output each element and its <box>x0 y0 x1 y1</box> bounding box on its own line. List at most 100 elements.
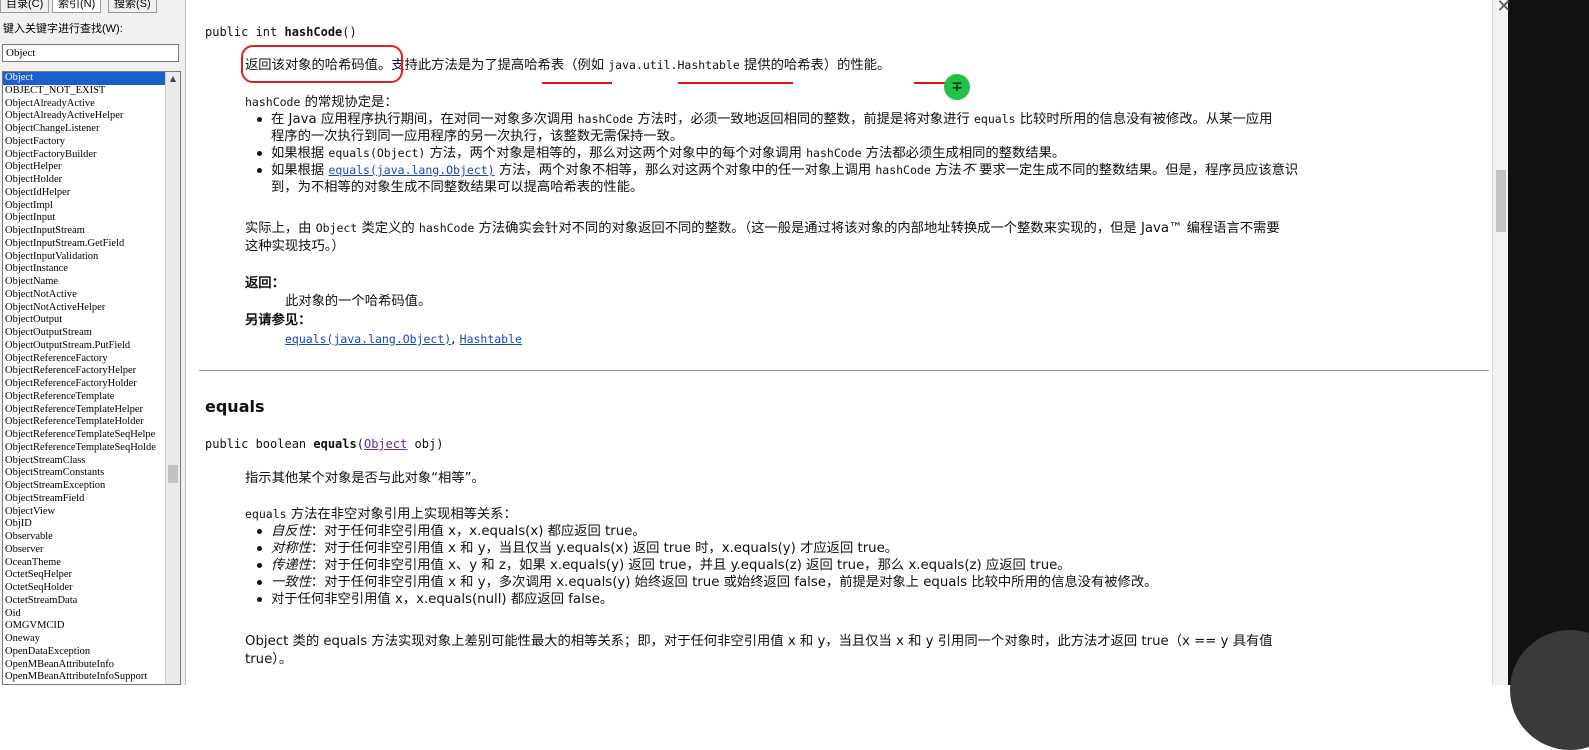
index-list-scrollbar[interactable]: ▲ <box>165 72 180 684</box>
dark-overlay-strip <box>1508 0 1589 685</box>
index-list-item[interactable]: ObjectStreamClass <box>3 455 166 468</box>
list-item-continuation: 程序的一次执行到同一应用程序的另一次执行，该整数无需保持一致。 <box>271 129 684 144</box>
desc-underlined-2: 性能 <box>850 58 878 73</box>
index-list-item[interactable]: ObjectReferenceTemplateHelper <box>3 404 166 417</box>
desc-underlined-1: 提高哈希表 <box>497 58 565 73</box>
index-list-item[interactable]: Object <box>3 72 166 85</box>
sig-prefix: public int <box>205 25 285 39</box>
index-list-item[interactable]: ObjectImpl <box>3 200 166 213</box>
search-input[interactable]: Object <box>2 44 179 62</box>
index-list-item[interactable]: ObjectReferenceFactory <box>3 353 166 366</box>
cursor-icon: ∓ <box>944 74 970 100</box>
index-list-item[interactable]: ObjectInputValidation <box>3 251 166 264</box>
index-list-item[interactable]: ObjectHolder <box>3 174 166 187</box>
index-list-item[interactable]: ObjectReferenceTemplateSeqHelpe <box>3 429 166 442</box>
index-list-item[interactable]: ObjectInstance <box>3 263 166 276</box>
index-list-item[interactable]: ObjectReferenceTemplateHolder <box>3 416 166 429</box>
property-text: ：对于任何非空引用值 x，x.equals(x) 都应返回 true。 <box>310 524 646 539</box>
index-list-item[interactable]: OpenMBeanAttributeInfo <box>3 659 166 672</box>
property-text: ：对于任何非空引用值 x 和 y，多次调用 x.equals(y) 始终返回 t… <box>310 575 1158 590</box>
index-list-item[interactable]: OBJECT_NOT_EXIST <box>3 85 166 98</box>
hashcode-signature: public int hashCode() <box>205 24 357 41</box>
index-list-item[interactable]: ObjectStreamException <box>3 480 166 493</box>
equals-final-continuation: true）。 <box>245 652 293 667</box>
index-list-scroll-thumb[interactable] <box>168 465 178 483</box>
index-list-item[interactable]: OctetSeqHolder <box>3 582 166 595</box>
close-icon[interactable]: ✕ <box>1492 0 1516 18</box>
equals-description: 指示其他某个对象是否与此对象“相等”。 <box>245 471 485 486</box>
index-list-item[interactable]: OctetSeqHelper <box>3 569 166 582</box>
list-item: 自反性：对于任何非空引用值 x，x.equals(x) 都应返回 true。 <box>245 523 1157 540</box>
index-list-item[interactable]: OpenMBeanAttributeInfoSupport <box>3 671 166 684</box>
desc-text: 。 <box>877 58 891 73</box>
index-list-item[interactable]: ObjectNotActiveHelper <box>3 302 166 315</box>
hashcode-description: 返回该对象的哈希码值。支持此方法是为了提高哈希表（例如 java.util.Ha… <box>245 57 890 74</box>
property-name: 传递性 <box>271 558 311 573</box>
index-list-item[interactable]: ObjectStreamConstants <box>3 467 166 480</box>
index-list-item[interactable]: OMGVMCID <box>3 620 166 633</box>
contract-list: 在 Java 应用程序执行期间，在对同一对象多次调用 hashCode 方法时，… <box>245 111 1298 196</box>
content-scrollbar[interactable] <box>1492 0 1508 685</box>
property-name: 自反性 <box>271 524 311 539</box>
property-name: 对称性 <box>271 541 311 556</box>
index-list-item[interactable]: ObjectOutput <box>3 314 166 327</box>
text: 的常规协定是： <box>300 95 398 110</box>
list-item: 如果根据 equals(java.lang.Object) 方法，两个对象不相等… <box>245 162 1298 179</box>
paragraph-continuation: 这种实现技巧。） <box>245 239 345 254</box>
equals-final-paragraph: Object 类的 equals 方法实现对象上差别可能性最大的相等关系；即，对… <box>245 634 1273 649</box>
see-link-hashtable[interactable]: Hashtable <box>460 332 522 346</box>
code-text: hashCode <box>245 95 301 109</box>
property-name: 一致性 <box>271 575 311 590</box>
index-list-item[interactable]: ObjectStreamField <box>3 493 166 506</box>
index-list-item[interactable]: Oid <box>3 608 166 621</box>
tab-search[interactable]: 搜索(S) <box>108 0 157 13</box>
index-list-item[interactable]: ObjectName <box>3 276 166 289</box>
index-list-item[interactable]: ObjectHelper <box>3 161 166 174</box>
index-list-item[interactable]: ObjectAlreadyActiveHelper <box>3 110 166 123</box>
scroll-up-arrow-icon[interactable]: ▲ <box>166 72 180 86</box>
content-scroll-thumb[interactable] <box>1496 170 1506 232</box>
list-item: 传递性：对于任何非空引用值 x、y 和 z，如果 x.equals(y) 返回 … <box>245 557 1157 574</box>
equals-link[interactable]: equals(java.lang.Object) <box>328 163 494 177</box>
index-list-item[interactable]: OpenDataException <box>3 646 166 659</box>
index-list: Object OBJECT_NOT_EXIST ObjectAlreadyActiv… <box>3 72 166 684</box>
desc-highlighted: 返回该对象的哈希码值 <box>245 58 378 73</box>
javadoc-content: public int hashCode() 返回该对象的哈希码值。支持此方法是为… <box>187 0 1502 685</box>
index-list-item[interactable]: ObjectReferenceTemplate <box>3 391 166 404</box>
list-item: 如果根据 equals(Object) 方法，两个对象是相等的，那么对这两个对象… <box>245 145 1298 162</box>
index-list-item[interactable]: ObjectChangeListener <box>3 123 166 136</box>
index-list-item[interactable]: ObjectNotActive <box>3 289 166 302</box>
index-list-item[interactable]: Oneway <box>3 633 166 646</box>
index-list-item[interactable]: ObjectReferenceFactoryHolder <box>3 378 166 391</box>
index-list-item[interactable]: Observer <box>3 544 166 557</box>
section-divider <box>199 370 1489 371</box>
desc-code: java.util.Hashtable <box>608 58 740 72</box>
object-type-link[interactable]: Object <box>364 437 407 451</box>
desc-text: （例如 <box>564 58 609 73</box>
index-list-item[interactable]: ObjectReferenceFactoryHelper <box>3 365 166 378</box>
index-list-item[interactable]: ObjectView <box>3 506 166 519</box>
index-list-item[interactable]: ObjID <box>3 518 166 531</box>
panel-tabs: 目录(C) 索引(N) 搜索(S) <box>0 0 186 14</box>
see-link-equals[interactable]: equals(java.lang.Object) <box>285 332 451 346</box>
index-list-item[interactable]: ObjectIdHelper <box>3 187 166 200</box>
index-list-item[interactable]: ObjectInputStream <box>3 225 166 238</box>
index-list-item[interactable]: ObjectOutputStream <box>3 327 166 340</box>
index-list-item[interactable]: ObjectInput <box>3 212 166 225</box>
index-list-item[interactable]: OceanTheme <box>3 557 166 570</box>
index-list-item[interactable]: ObjectReferenceTemplateSeqHolde <box>3 442 166 455</box>
tab-contents[interactable]: 目录(C) <box>0 0 50 13</box>
index-list-item[interactable]: ObjectInputStream.GetField <box>3 238 166 251</box>
equals-intro: equals 方法在非空对象引用上实现相等关系： <box>245 507 517 522</box>
property-text: ：对于任何非空引用值 x、y 和 z，如果 x.equals(y) 返回 tru… <box>310 558 1071 573</box>
index-list-item[interactable]: ObjectFactory <box>3 136 166 149</box>
index-list-item[interactable]: OctetStreamData <box>3 595 166 608</box>
index-list-item[interactable]: Observable <box>3 531 166 544</box>
tab-index[interactable]: 索引(N) <box>52 0 102 13</box>
index-list-item[interactable]: ObjectAlreadyActive <box>3 98 166 111</box>
index-list-item[interactable]: ObjectFactoryBuilder <box>3 149 166 162</box>
property-text: ：对于任何非空引用值 x 和 y，当且仅当 y.equals(x) 返回 tru… <box>310 541 899 556</box>
equals-heading: equals <box>205 397 265 416</box>
index-list-item[interactable]: ObjectOutputStream.PutField <box>3 340 166 353</box>
property-text: 对于任何非空引用值 x，x.equals(null) 都应返回 false。 <box>271 592 614 607</box>
